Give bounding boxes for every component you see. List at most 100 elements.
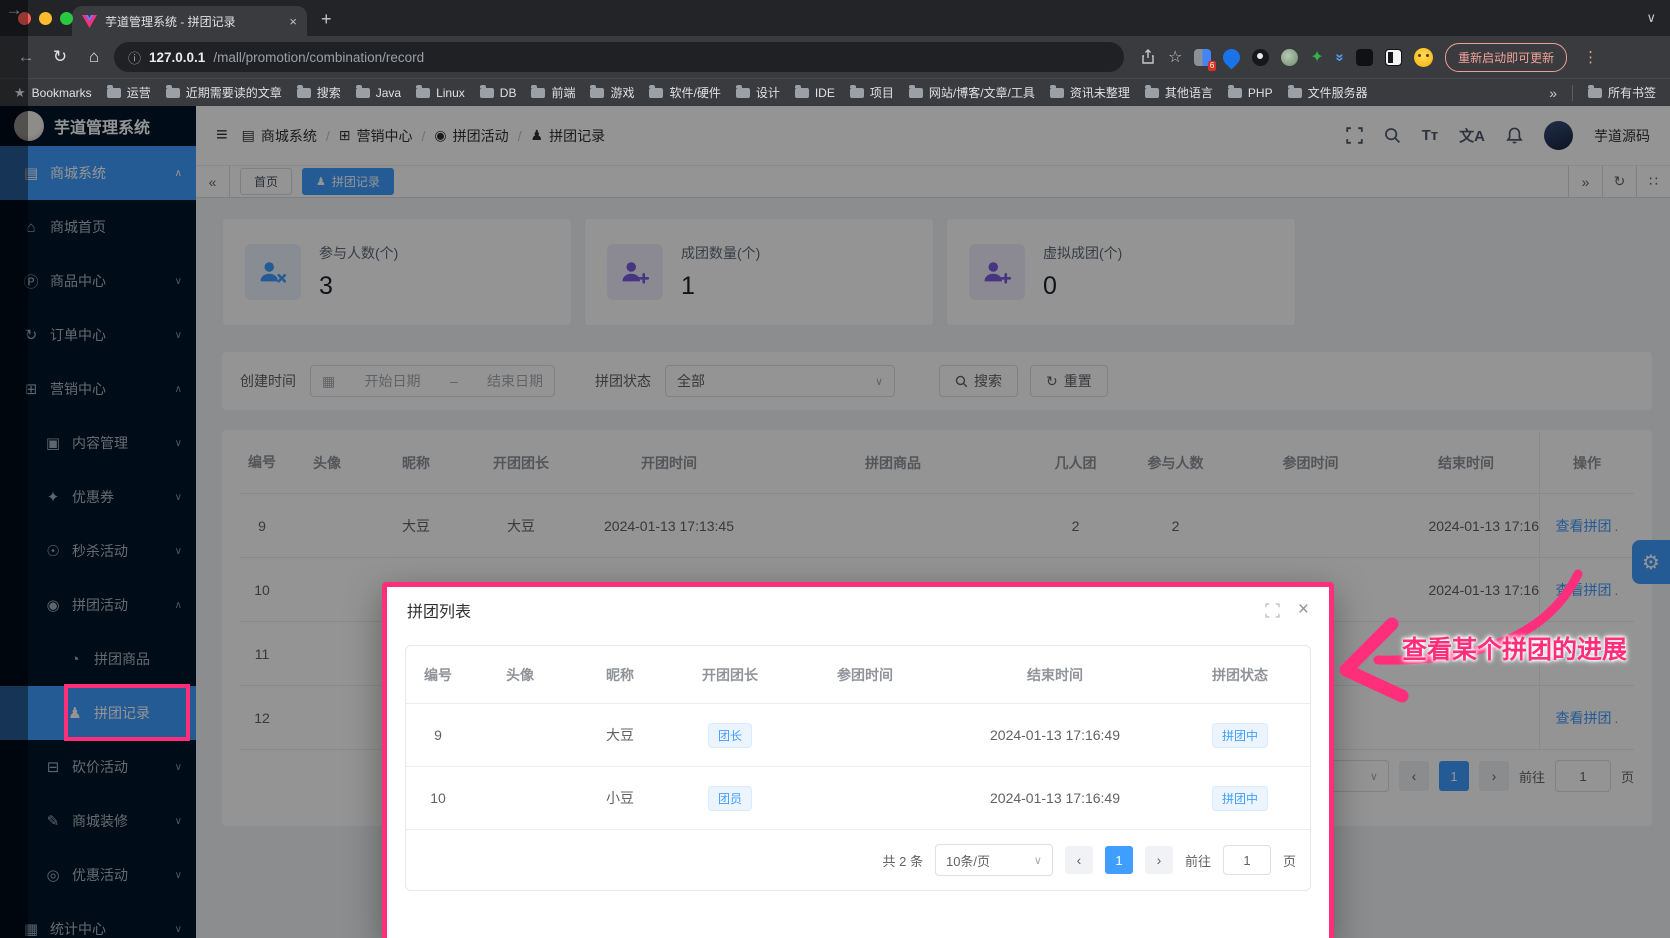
bookmark-folder[interactable]: Java [356, 86, 401, 100]
total-label: 共 2 条 [883, 851, 923, 870]
chevron-down-icon: ∨ [1034, 854, 1042, 867]
bookmark-folder[interactable]: 前端 [531, 84, 575, 101]
dialog-table-row: 10 小豆 团员 2024-01-13 17:16:49 拼团中 [406, 767, 1310, 830]
tab-title: 芋道管理系统 - 拼团记录 [105, 13, 281, 30]
annotation-tip-text: 查看某个拼团的进展 [1402, 630, 1627, 666]
bookmark-folder[interactable]: Linux [416, 86, 465, 100]
reload-icon[interactable]: ↻ [46, 47, 74, 67]
favicon [82, 15, 97, 28]
bookmark-folder[interactable]: IDE [795, 86, 835, 100]
cell-nickname: 小豆 [570, 788, 670, 808]
folder-icon [1288, 88, 1302, 98]
all-bookmarks[interactable]: 所有书签 [1588, 84, 1656, 101]
bookmark-star-icon[interactable]: ☆ [1168, 47, 1182, 67]
page-size-select[interactable]: 10条/页 ∨ [935, 844, 1053, 876]
cell-end-time: 2024-01-13 17:16:49 [940, 790, 1170, 806]
bookmark-folder[interactable]: 网站/博客/文章/工具 [909, 84, 1035, 101]
browser-tab[interactable]: 芋道管理系统 - 拼团记录 × [72, 6, 307, 36]
bookmark-folder[interactable]: 文件服务器 [1288, 84, 1368, 101]
status-badge: 拼团中 [1212, 786, 1268, 811]
page-1-button[interactable]: 1 [1105, 846, 1133, 874]
share-icon[interactable] [1140, 49, 1156, 65]
extensions-puzzle-icon[interactable] [1356, 49, 1373, 66]
dialog-title: 拼团列表 [407, 598, 471, 622]
bookmarks-bar: ★ Bookmarks 运营 近期需要读的文章 搜索 Java Linux DB… [0, 78, 1670, 106]
col-id: 编号 [406, 665, 470, 685]
folder-icon [416, 88, 430, 98]
bookmark-folder[interactable]: 近期需要读的文章 [166, 84, 282, 101]
cell-nickname: 大豆 [570, 725, 670, 745]
col-nickname: 昵称 [570, 665, 670, 685]
dialog-table-row: 9 大豆 团长 2024-01-13 17:16:49 拼团中 [406, 704, 1310, 767]
browser-tabstrip: 芋道管理系统 - 拼团记录 × + ∨ [0, 0, 1670, 36]
folder-icon [480, 88, 494, 98]
cell-id: 10 [406, 790, 470, 806]
extension-ball-icon[interactable] [1252, 49, 1269, 66]
browser-addressbar: ← → ↻ ⌂ ⓘ 127.0.0.1 /mall/promotion/comb… [0, 36, 1670, 78]
dialog-pagination: 共 2 条 10条/页 ∨ ‹ 1 › 前往 1 页 [406, 830, 1310, 890]
site-info-icon[interactable]: ⓘ [128, 48, 141, 67]
goto-label: 前往 [1185, 851, 1211, 870]
bookmark-folder[interactable]: 游戏 [590, 84, 634, 101]
bookmark-folder[interactable]: 运营 [107, 84, 151, 101]
bookmark-folder[interactable]: 搜索 [297, 84, 341, 101]
bookmark-folder[interactable]: PHP [1228, 86, 1273, 100]
dialog-header: 拼团列表 × [387, 587, 1329, 633]
col-avatar: 头像 [470, 665, 570, 685]
extension-square-icon[interactable] [1385, 49, 1402, 66]
url-host: 127.0.0.1 [149, 50, 205, 65]
folder-icon [850, 88, 864, 98]
dialog-close-icon[interactable]: × [1298, 599, 1309, 621]
status-badge: 拼团中 [1212, 723, 1268, 748]
bookmark-folder[interactable]: 其他语言 [1145, 84, 1213, 101]
extension-drop-icon[interactable] [1220, 45, 1244, 69]
bookmark-folder[interactable]: 设计 [736, 84, 780, 101]
folder-icon [590, 88, 604, 98]
folder-icon [356, 88, 370, 98]
divider [1572, 85, 1573, 101]
folder-icon [166, 88, 180, 98]
folder-icon [1228, 88, 1242, 98]
folder-icon [1050, 88, 1064, 98]
maximize-window-button[interactable] [60, 12, 73, 25]
minimize-window-button[interactable] [39, 12, 52, 25]
folder-icon [297, 88, 311, 98]
bookmark-folder[interactable]: 资讯未整理 [1050, 84, 1130, 101]
extension-star-icon[interactable]: ✦ [1310, 47, 1323, 67]
bookmarks-overflow-icon[interactable]: » [1549, 85, 1557, 101]
dialog-table-header: 编号 头像 昵称 开团团长 参团时间 结束时间 拼团状态 [406, 646, 1310, 704]
folder-icon [736, 88, 750, 98]
extension-circle-icon[interactable] [1281, 49, 1298, 66]
cell-end-time: 2024-01-13 17:16:49 [940, 727, 1170, 743]
new-tab-button[interactable]: + [321, 9, 332, 30]
next-page-button[interactable]: › [1145, 846, 1173, 874]
goto-page-input[interactable]: 1 [1223, 845, 1271, 875]
folder-icon [531, 88, 545, 98]
folder-icon [649, 88, 663, 98]
role-badge: 团长 [708, 723, 752, 748]
folder-icon [1145, 88, 1159, 98]
folder-icon [107, 88, 121, 98]
folder-icon [795, 88, 809, 98]
col-join-time: 参团时间 [790, 665, 940, 685]
bookmark-folder[interactable]: 项目 [850, 84, 894, 101]
tab-search-chevron-icon[interactable]: ∨ [1646, 10, 1656, 26]
home-icon[interactable]: ⌂ [80, 47, 108, 67]
bookmark-folder[interactable]: 软件/硬件 [649, 84, 720, 101]
bookmark-folder[interactable]: DB [480, 86, 517, 100]
annotation-highlight-box [64, 684, 190, 741]
extension-chevrons-icon[interactable]: » [1331, 53, 1348, 61]
prev-page-button[interactable]: ‹ [1065, 846, 1093, 874]
dialog-table: 编号 头像 昵称 开团团长 参团时间 结束时间 拼团状态 9 大豆 团长 202… [405, 645, 1311, 891]
col-status: 拼团状态 [1170, 665, 1310, 685]
dialog-fullscreen-icon[interactable] [1265, 603, 1280, 618]
col-leader: 开团团长 [670, 665, 790, 685]
browser-menu-icon[interactable]: ⋮ [1583, 48, 1598, 66]
page-unit-label: 页 [1283, 851, 1296, 870]
chrome-update-button[interactable]: 重新启动即可更新 [1445, 43, 1567, 72]
tab-close-icon[interactable]: × [289, 14, 297, 29]
url-bar[interactable]: ⓘ 127.0.0.1 /mall/promotion/combination/… [114, 42, 1124, 72]
extension-tabs-icon[interactable]: 6 [1194, 49, 1211, 66]
bookmarks-label: Bookmarks [32, 86, 92, 100]
profile-avatar[interactable] [1414, 48, 1433, 67]
